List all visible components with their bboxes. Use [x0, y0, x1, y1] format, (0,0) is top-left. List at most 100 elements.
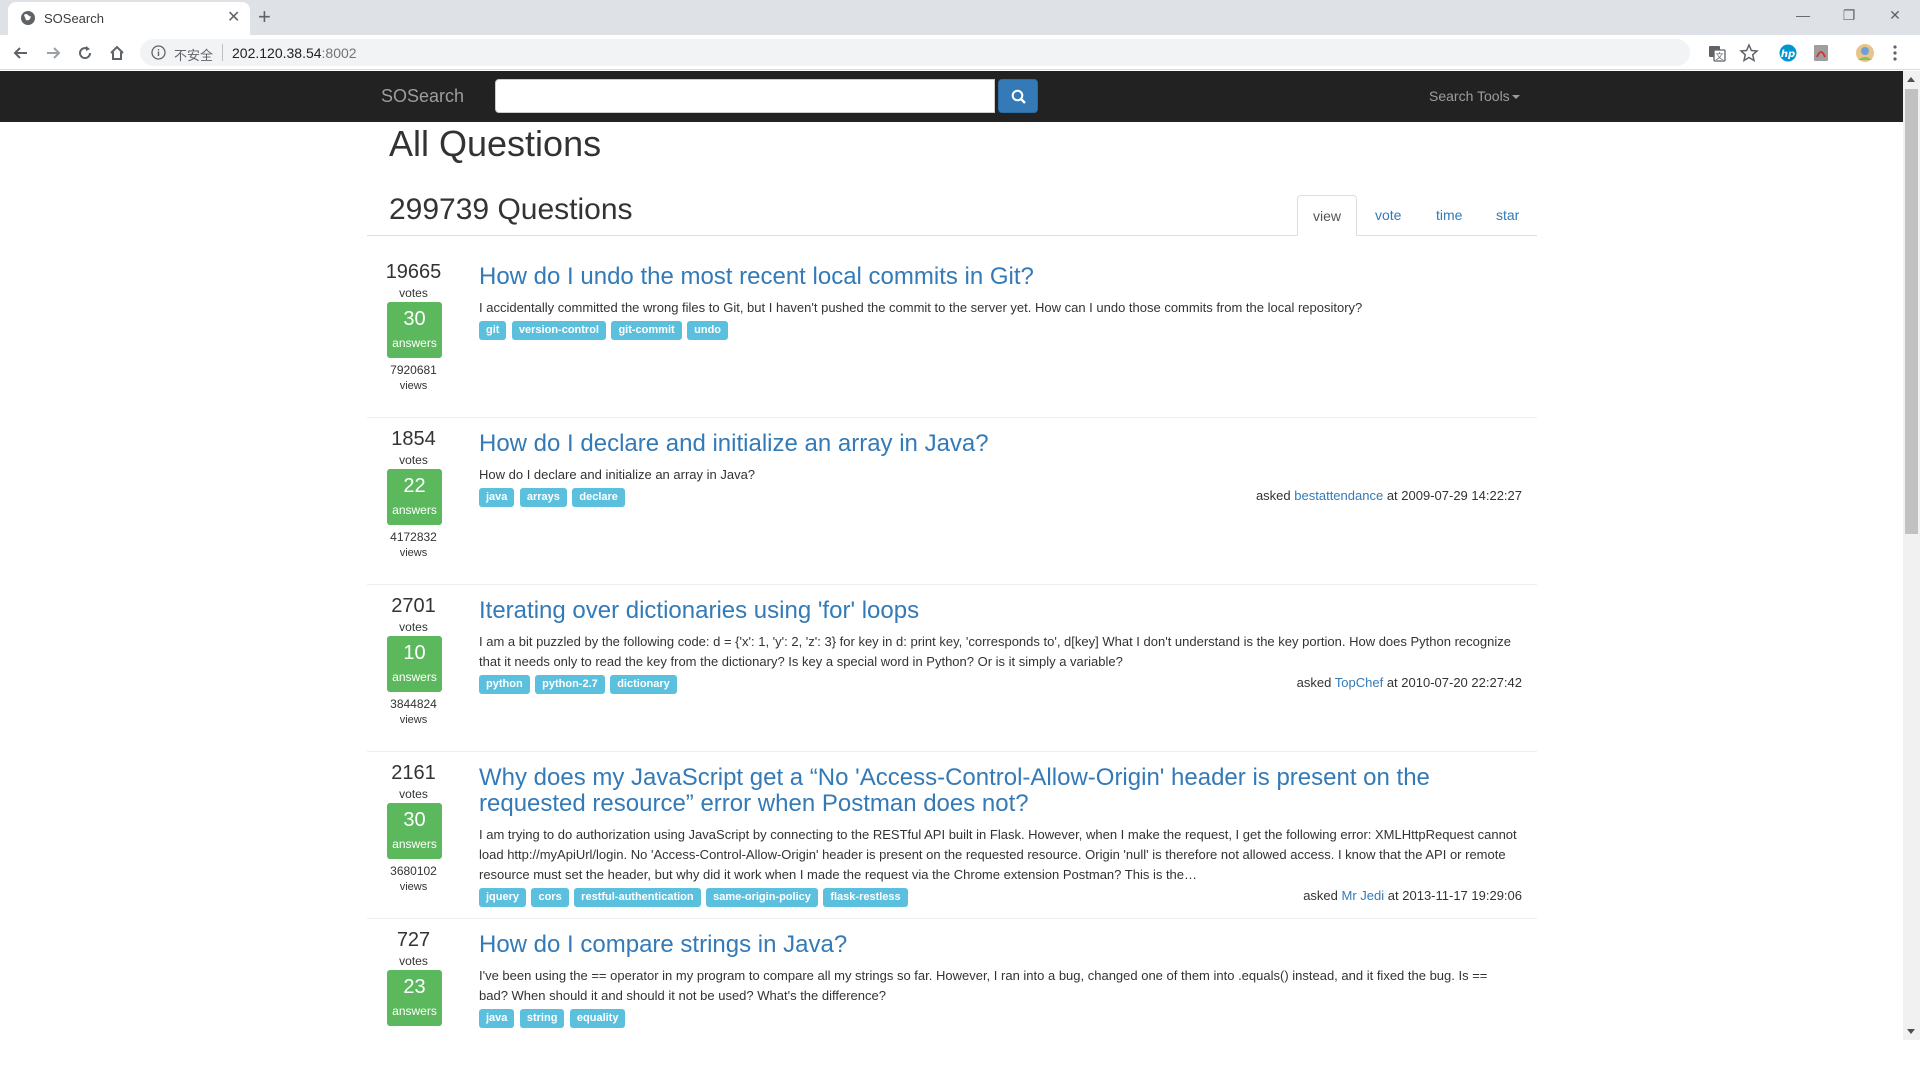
view-count: 7920681: [390, 363, 437, 377]
search-tools-label: Search Tools: [1429, 88, 1510, 104]
question-item: 2161 votes 30 answers 3680102 views Why …: [367, 752, 1537, 919]
scroll-thumb[interactable]: [1905, 89, 1918, 534]
home-icon[interactable]: [108, 44, 126, 62]
question-item: 727 votes 23 answers How do I compare st…: [367, 919, 1537, 1086]
tab-close-icon[interactable]: ✕: [227, 9, 240, 27]
page-title: All Questions: [389, 123, 602, 164]
forward-arrow-icon[interactable]: [44, 44, 62, 62]
globe-icon: [21, 11, 35, 25]
reload-icon[interactable]: [76, 44, 94, 62]
views-label: views: [399, 380, 428, 392]
answer-count: 30: [403, 809, 426, 831]
tag[interactable]: java: [479, 1009, 515, 1028]
tag[interactable]: jquery: [479, 888, 527, 907]
views-label: views: [399, 881, 428, 893]
url-host: 202.120.38.54: [232, 45, 322, 61]
not-secure-label: 不安全: [174, 48, 214, 63]
tab-sort-star[interactable]: star: [1481, 195, 1534, 236]
tag[interactable]: same-origin-policy: [706, 888, 818, 907]
tag[interactable]: equality: [569, 1009, 626, 1028]
window-close-icon[interactable]: ✕: [1872, 4, 1918, 26]
views-label: views: [399, 714, 428, 726]
tag[interactable]: python-2.7: [535, 675, 605, 694]
question-item: 2701 votes 10 answers 3844824 views Iter…: [367, 585, 1537, 752]
question-excerpt: I've been using the == operator in my pr…: [479, 968, 1488, 1003]
tag[interactable]: dictionary: [610, 675, 677, 694]
scroll-up-arrow-icon[interactable]: [1907, 77, 1915, 82]
answers-label: answers: [392, 837, 437, 851]
search-button[interactable]: [998, 79, 1038, 113]
asked-info: asked Mr Jedi at 2013-11-17 19:29:06: [1303, 888, 1522, 903]
search-tools-dropdown[interactable]: Search Tools: [1429, 88, 1520, 104]
at-label: at: [1386, 488, 1398, 503]
question-excerpt: I accidentally committed the wrong files…: [479, 300, 1363, 315]
tag[interactable]: restful-authentication: [574, 888, 701, 907]
url-text[interactable]: 202.120.38.54:8002: [232, 45, 357, 61]
question-excerpt: I am trying to do authorization using Ja…: [479, 827, 1517, 882]
tab-sort-time[interactable]: time: [1421, 195, 1477, 236]
question-title-link[interactable]: How do I undo the most recent local comm…: [479, 264, 1479, 290]
question-title-link[interactable]: Iterating over dictionaries using 'for' …: [479, 598, 1479, 624]
view-count: 3680102: [390, 864, 437, 878]
answers-badge: 10 answers: [387, 636, 442, 692]
profile-avatar-icon[interactable]: [1855, 43, 1875, 63]
tag[interactable]: git-commit: [611, 321, 682, 340]
answers-label: answers: [392, 1004, 437, 1018]
answers-badge: 23 answers: [387, 970, 442, 1026]
at-label: at: [1387, 888, 1399, 903]
kebab-menu-icon[interactable]: [1890, 43, 1900, 63]
asked-timestamp: 2009-07-29 14:22:27: [1401, 488, 1522, 503]
back-arrow-icon[interactable]: [12, 44, 30, 62]
votes-label: votes: [399, 954, 428, 968]
asker-link[interactable]: TopChef: [1335, 675, 1383, 690]
bookmark-star-icon[interactable]: [1739, 43, 1759, 63]
tag[interactable]: arrays: [519, 488, 567, 507]
address-bar[interactable]: 不安全 202.120.38.54:8002: [140, 39, 1690, 66]
info-icon[interactable]: [151, 45, 166, 60]
tag[interactable]: string: [519, 1009, 565, 1028]
asker-link[interactable]: bestattendance: [1294, 488, 1383, 503]
tag[interactable]: flask-restless: [823, 888, 908, 907]
tag[interactable]: java: [479, 488, 515, 507]
tab-sort-vote[interactable]: vote: [1360, 195, 1416, 236]
restore-icon[interactable]: ❐: [1826, 4, 1872, 26]
tag[interactable]: undo: [687, 321, 729, 340]
asker-link[interactable]: Mr Jedi: [1342, 888, 1385, 903]
question-count-title: 299739 Questions: [389, 193, 633, 226]
scroll-down-arrow-icon[interactable]: [1907, 1029, 1915, 1034]
tag[interactable]: python: [479, 675, 530, 694]
answers-badge: 30 answers: [387, 302, 442, 358]
svg-text:文: 文: [1716, 51, 1724, 61]
tag[interactable]: declare: [572, 488, 625, 507]
vote-count: 2701: [391, 595, 436, 617]
tab-sort-view[interactable]: view: [1297, 195, 1358, 236]
tag[interactable]: git: [479, 321, 507, 340]
question-title-link[interactable]: How do I declare and initialize an array…: [479, 431, 1479, 457]
views-label: views: [399, 547, 428, 559]
minimize-icon[interactable]: —: [1780, 4, 1826, 26]
answer-count: 30: [403, 308, 426, 330]
url-separator: [222, 44, 223, 61]
browser-toolbar: 不安全 202.120.38.54:8002 文 hp: [0, 35, 1920, 70]
question-excerpt: I am a bit puzzled by the following code…: [479, 634, 1511, 669]
question-title-link[interactable]: Why does my JavaScript get a “No 'Access…: [479, 765, 1479, 817]
votes-label: votes: [399, 787, 428, 801]
answers-badge: 22 answers: [387, 469, 442, 525]
pdf-extension-icon[interactable]: [1811, 43, 1831, 63]
answer-count: 23: [403, 976, 426, 998]
hp-extension-icon[interactable]: hp: [1778, 43, 1798, 63]
tag-list: git version-control git-commit undo: [479, 321, 729, 341]
question-title-link[interactable]: How do I compare strings in Java?: [479, 932, 1479, 958]
search-input[interactable]: [495, 79, 995, 113]
translate-icon[interactable]: 文: [1707, 43, 1727, 63]
tag[interactable]: cors: [531, 888, 569, 907]
tag[interactable]: version-control: [511, 321, 606, 340]
brand-logo[interactable]: SOSearch: [381, 86, 464, 107]
asked-info: asked bestattendance at 2009-07-29 14:22…: [1256, 488, 1522, 503]
tag-list: java arrays declare: [479, 488, 626, 508]
svg-text:hp: hp: [1781, 49, 1795, 60]
answer-count: 10: [403, 642, 426, 664]
page-scrollbar[interactable]: [1903, 71, 1920, 1040]
new-tab-icon[interactable]: +: [258, 3, 271, 31]
browser-tab[interactable]: SOSearch ✕: [8, 2, 250, 35]
